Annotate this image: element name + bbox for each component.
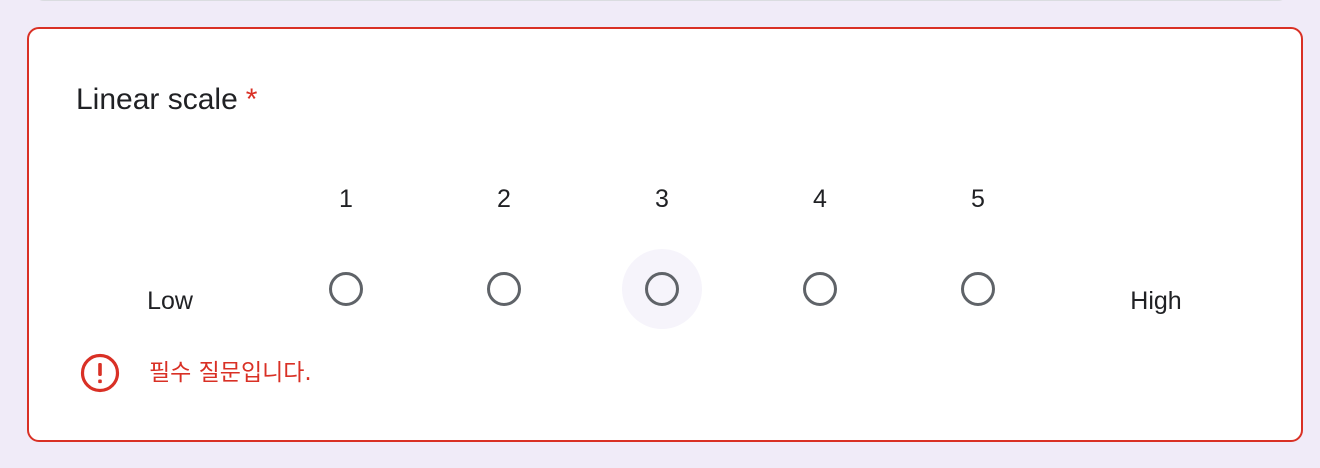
scale-radio-2[interactable] xyxy=(464,249,544,329)
linear-scale-question-card: Linear scale * 1 2 3 4 5 Low High 필수 질문입니… xyxy=(27,27,1303,442)
scale-high-label: High xyxy=(1130,287,1182,315)
scale-radio-1[interactable] xyxy=(306,249,386,329)
radio-circle-icon xyxy=(645,272,679,306)
error-icon xyxy=(80,353,120,393)
scale-number-2: 2 xyxy=(497,185,511,213)
radio-circle-icon xyxy=(961,272,995,306)
radio-circle-icon xyxy=(329,272,363,306)
radio-circle-icon xyxy=(803,272,837,306)
previous-question-card xyxy=(34,0,1288,1)
question-title-text: Linear scale xyxy=(76,83,238,116)
scale-number-1: 1 xyxy=(339,185,353,213)
scale-radio-4[interactable] xyxy=(780,249,860,329)
scale-number-5: 5 xyxy=(971,185,985,213)
radio-circle-icon xyxy=(487,272,521,306)
scale-number-4: 4 xyxy=(813,185,827,213)
required-error-message: 필수 질문입니다. xyxy=(80,351,312,395)
required-asterisk: * xyxy=(245,83,258,116)
scale-number-3: 3 xyxy=(655,185,669,213)
scale-radio-5[interactable] xyxy=(938,249,1018,329)
scale-radio-3[interactable] xyxy=(622,249,702,329)
error-text: 필수 질문입니다. xyxy=(149,360,312,386)
question-title: Linear scale * xyxy=(76,82,257,118)
scale-low-label: Low xyxy=(147,287,193,315)
